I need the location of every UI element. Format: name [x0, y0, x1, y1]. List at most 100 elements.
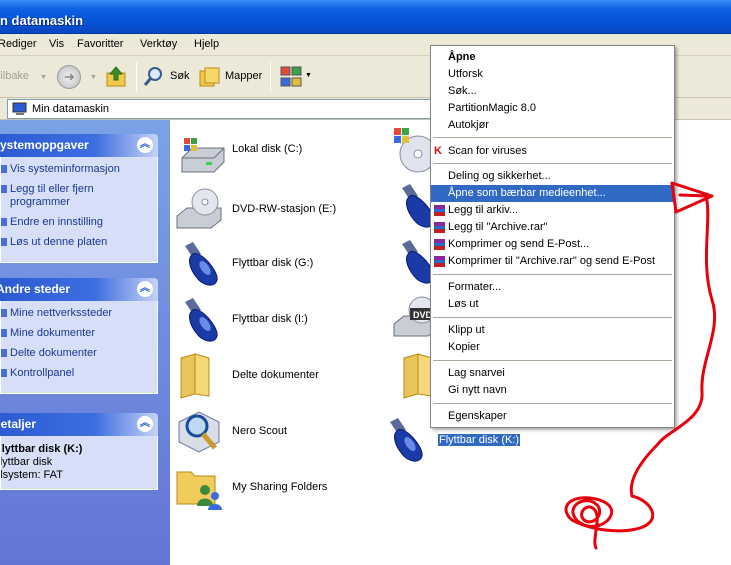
sharing-label: My Sharing Folders	[232, 481, 328, 493]
menu-open-portable[interactable]: Åpne som bærbar medieenhet...	[431, 185, 674, 202]
menu-help[interactable]: Hjelp	[194, 38, 219, 50]
drive-e[interactable]: DVD-RW-stasjon (E:)	[175, 186, 355, 234]
nero-scout-icon	[178, 411, 220, 453]
forward-arrow-icon: ➜	[64, 69, 75, 84]
back-button[interactable]: Tilbake	[0, 70, 29, 82]
details-header[interactable]: Detaljer ︽	[0, 413, 158, 436]
folder-label: Delte dokumenter	[232, 369, 319, 381]
nero-scout-label: Nero Scout	[232, 425, 288, 437]
menu-add-archive[interactable]: Legg til arkiv...	[431, 202, 674, 219]
winrar-icon	[434, 222, 445, 233]
other-places-panel: Andre steder ︽ Mine nettverkssteder Mine…	[0, 278, 158, 394]
drive-c[interactable]: Lokal disk (C:)	[178, 130, 358, 178]
search-button[interactable]: Søk	[170, 70, 190, 82]
menu-explore[interactable]: Utforsk	[431, 66, 674, 83]
details-name: Flyttbar disk (K:)	[0, 443, 83, 455]
views-dropdown-icon[interactable]: ▼	[305, 72, 312, 79]
menu-open[interactable]: Åpne	[431, 49, 674, 66]
dvd-drive-hidden[interactable]: DVD	[392, 294, 439, 342]
back-dropdown-icon[interactable]: ▼	[40, 74, 47, 81]
menu-tools[interactable]: Verktøy	[140, 38, 177, 50]
shared-documents-folder[interactable]: Delte dokumenter	[175, 352, 355, 400]
folders-button[interactable]: Mapper	[225, 70, 262, 82]
system-tasks-panel: Systemoppgaver ︽ Vis systeminformasjon L…	[0, 134, 158, 263]
drive-label: Lokal disk (C:)	[232, 143, 303, 155]
sharing-folder-icon	[176, 471, 222, 510]
other-places-header[interactable]: Andre steder ︽	[0, 278, 158, 301]
task-change-setting[interactable]: Endre en innstilling	[1, 216, 157, 229]
details-body: Flyttbar disk (K:) Flyttbar disk Filsyst…	[0, 436, 158, 490]
folder-icon	[180, 353, 210, 399]
menu-eject[interactable]: Løs ut	[431, 296, 674, 313]
menu-favorites[interactable]: Favoritter	[77, 38, 123, 50]
drive-g[interactable]: Flyttbar disk (G:)	[175, 240, 355, 288]
details-panel: Detaljer ︽ Flyttbar disk (K:) Flyttbar d…	[0, 413, 158, 490]
place-control-panel[interactable]: Kontrollpanel	[1, 367, 157, 380]
context-menu: Åpne Utforsk Søk... PartitionMagic 8.0 A…	[430, 45, 675, 428]
menu-sharing[interactable]: Deling og sikkerhet...	[431, 168, 674, 185]
menu-partitionmagic[interactable]: PartitionMagic 8.0	[431, 100, 674, 117]
forward-dropdown-icon[interactable]: ▼	[90, 74, 97, 81]
menu-format[interactable]: Formater...	[431, 279, 674, 296]
collapse-icon[interactable]: ︽	[137, 416, 153, 432]
menu-compress-email[interactable]: Komprimer og send E-Post...	[431, 236, 674, 253]
menu-rename[interactable]: Gi nytt navn	[431, 382, 674, 399]
search-icon[interactable]	[142, 65, 166, 89]
drive-i[interactable]: Flyttbar disk (I:)	[175, 296, 355, 344]
window-title: n datamaskin	[0, 13, 84, 28]
my-sharing-folders[interactable]: My Sharing Folders	[175, 464, 355, 512]
address-value: Min datamaskin	[32, 103, 110, 115]
menu-create-shortcut[interactable]: Lag snarvei	[431, 365, 674, 382]
task-eject-disc[interactable]: Løs ut denne platen	[1, 236, 157, 249]
menu-autoplay[interactable]: Autokjør	[431, 117, 674, 134]
computer-icon	[12, 102, 27, 115]
cd-drive[interactable]	[392, 126, 437, 174]
collapse-icon[interactable]: ︽	[137, 281, 153, 297]
drive-label: DVD-RW-stasjon (E:)	[232, 203, 337, 215]
hard-disk-icon	[181, 138, 225, 173]
system-tasks-title: Systemoppgaver	[0, 138, 89, 152]
winrar-icon	[434, 205, 445, 216]
system-tasks-body: Vis systeminformasjon Legg til eller fje…	[0, 157, 158, 263]
folders-icon[interactable]	[198, 65, 222, 89]
collapse-icon[interactable]: ︽	[137, 137, 153, 153]
dvd-drive-icon	[176, 188, 222, 229]
menu-compress-rar-email[interactable]: Komprimer til "Archive.rar" og send E-Po…	[431, 253, 674, 270]
usb-drive-hidden[interactable]	[392, 238, 435, 286]
drive-label: Flyttbar disk (I:)	[232, 313, 308, 325]
menu-copy[interactable]: Kopier	[431, 339, 674, 356]
winrar-icon	[434, 239, 445, 250]
nero-scout[interactable]: Nero Scout	[175, 408, 355, 456]
up-folder-icon[interactable]	[104, 65, 128, 89]
other-places-body: Mine nettverkssteder Mine dokumenter Del…	[0, 301, 158, 394]
menu-add-rar[interactable]: Legg til "Archive.rar"	[431, 219, 674, 236]
drive-label: Flyttbar disk (G:)	[232, 257, 314, 269]
menu-cut[interactable]: Klipp ut	[431, 322, 674, 339]
usb-drive-icon	[390, 418, 423, 462]
forward-button[interactable]: ➜	[57, 65, 81, 89]
kaspersky-icon: K	[434, 145, 442, 157]
task-system-info[interactable]: Vis systeminformasjon	[1, 163, 157, 176]
winrar-icon	[434, 256, 445, 267]
other-places-title: Andre steder	[0, 282, 71, 296]
menu-scan-viruses[interactable]: K Scan for viruses	[431, 143, 674, 160]
details-filesystem: Filsystem: FAT	[0, 469, 63, 481]
usb-drive-icon	[185, 298, 218, 342]
place-network[interactable]: Mine nettverkssteder	[1, 307, 157, 320]
place-my-documents[interactable]: Mine dokumenter	[1, 327, 157, 340]
details-type: Flyttbar disk	[1, 456, 53, 468]
task-add-remove-programs[interactable]: Legg til eller fjern programmer	[1, 183, 101, 209]
details-title: Detaljer	[0, 417, 37, 431]
place-shared-documents[interactable]: Delte dokumenter	[1, 347, 157, 360]
menu-edit[interactable]: Rediger	[0, 38, 37, 50]
menu-search[interactable]: Søk...	[431, 83, 674, 100]
menu-view[interactable]: Vis	[49, 38, 64, 50]
usb-drive-icon	[185, 242, 218, 286]
menu-properties[interactable]: Egenskaper	[431, 408, 674, 425]
drive-label-selected: Flyttbar disk (K:)	[438, 434, 521, 446]
views-icon[interactable]	[280, 66, 304, 88]
title-bar: n datamaskin	[0, 0, 731, 34]
task-pane: Systemoppgaver ︽ Vis systeminformasjon L…	[0, 120, 170, 565]
system-tasks-header[interactable]: Systemoppgaver ︽	[0, 134, 158, 157]
usb-drive-hidden[interactable]	[392, 182, 435, 230]
